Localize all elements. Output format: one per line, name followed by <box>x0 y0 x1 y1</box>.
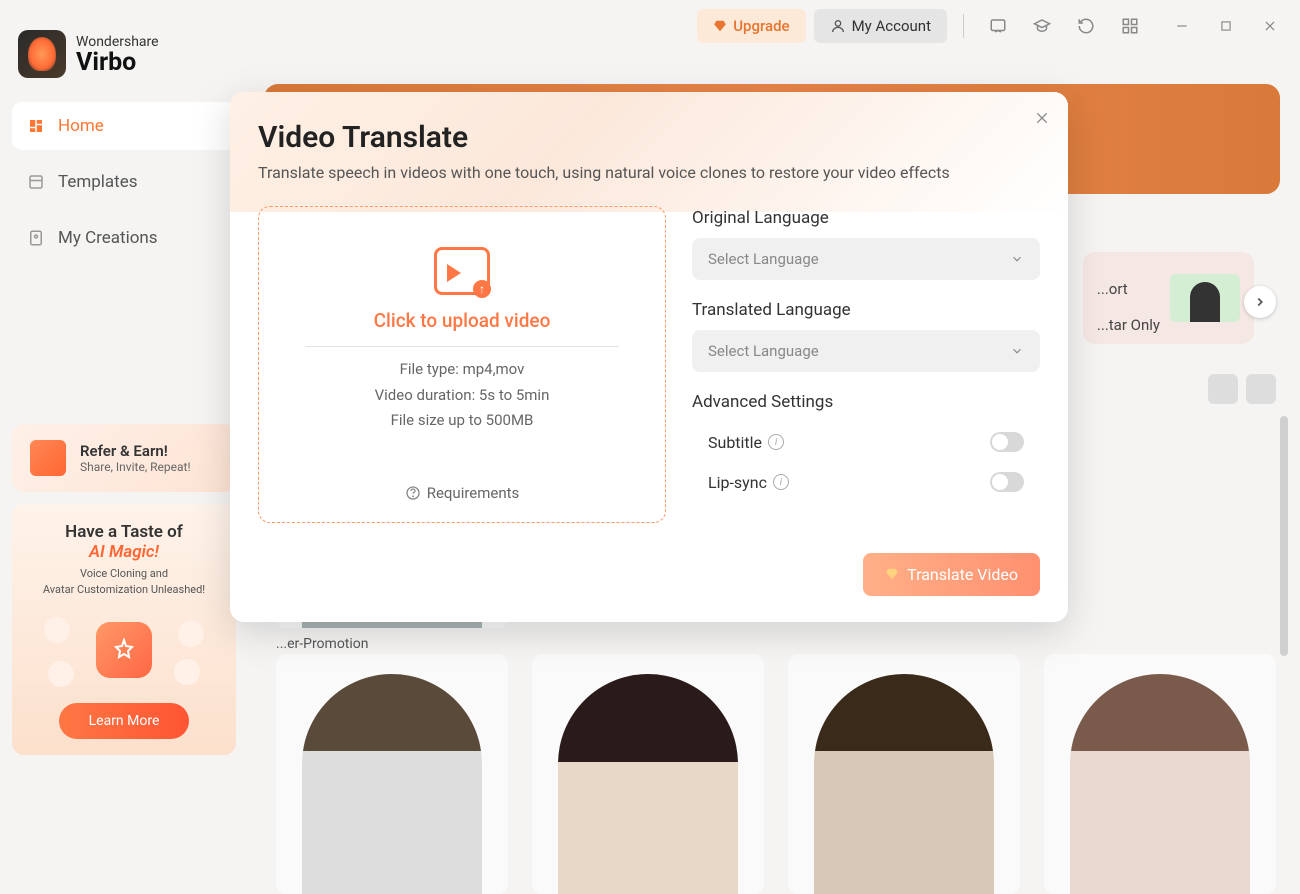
settings-column: Original Language Select Language Transl… <box>692 206 1040 523</box>
subtitle-row: Subtitle i <box>692 422 1040 462</box>
modal-description: Translate speech in videos with one touc… <box>258 163 1040 182</box>
upload-zone[interactable]: Click to upload video File type: mp4,mov… <box>258 206 666 523</box>
translated-language-select[interactable]: Select Language <box>692 330 1040 372</box>
modal-title: Video Translate <box>258 120 1040 155</box>
requirements-link[interactable]: Requirements <box>405 484 520 502</box>
subtitle-toggle[interactable] <box>990 432 1024 452</box>
help-icon <box>405 485 421 501</box>
diamond-icon <box>885 567 899 581</box>
original-language-label: Original Language <box>692 208 1040 228</box>
info-icon[interactable]: i <box>773 474 789 490</box>
advanced-settings-label: Advanced Settings <box>692 392 1040 412</box>
upload-cta: Click to upload video <box>374 309 551 332</box>
lipsync-toggle[interactable] <box>990 472 1024 492</box>
upload-video-icon <box>434 247 490 295</box>
subtitle-label: Subtitle <box>708 433 762 452</box>
original-language-select[interactable]: Select Language <box>692 238 1040 280</box>
info-icon[interactable]: i <box>768 434 784 450</box>
chevron-down-icon <box>1010 252 1024 266</box>
translate-video-button[interactable]: Translate Video <box>863 553 1040 596</box>
lipsync-label: Lip-sync <box>708 473 767 492</box>
lipsync-row: Lip-sync i <box>692 462 1040 502</box>
translated-language-label: Translated Language <box>692 300 1040 320</box>
chevron-down-icon <box>1010 344 1024 358</box>
upload-info: File type: mp4,mov Video duration: 5s to… <box>375 357 550 434</box>
video-translate-modal: Video Translate Translate speech in vide… <box>230 92 1068 622</box>
